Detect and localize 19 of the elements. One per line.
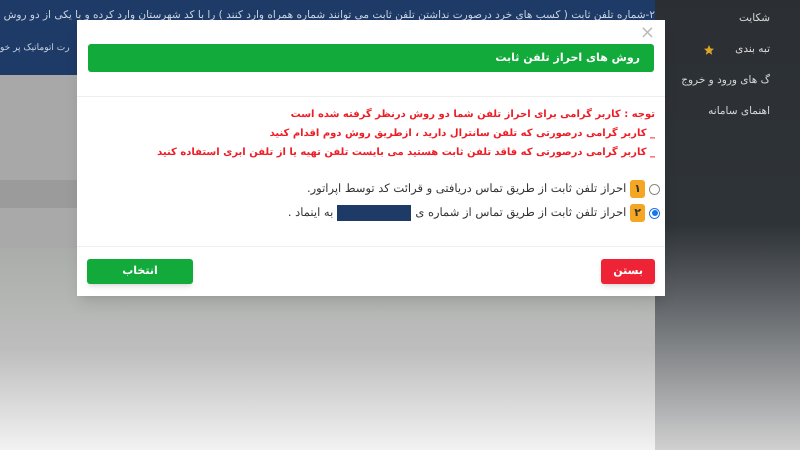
sidebar-item[interactable]: تبه بندی	[735, 42, 770, 58]
warning-note: _ کاربر گرامی درصورتی که تلفن سانترال دارید ، ازطریق روش دوم اقدام کنید	[270, 126, 655, 141]
notice-text: رت اتوماتیک پر خو	[0, 42, 70, 55]
sidebar-item[interactable]: گ های ورود و خروج	[681, 73, 770, 89]
warning-note: _ کاربر گرامی درصورتی که فاقد تلفن ثابت هستید می بایست تلفن تهیه یا از تلفن ابری استفاده کنید	[157, 145, 655, 160]
modal-title: روش های احراز تلفن ثابت	[495, 50, 640, 66]
radio-option[interactable]: ۲ احراز تلفن ثابت از طریق تماس از شماره ی به اینماد .	[288, 204, 660, 222]
option-label: به اینماد .	[288, 204, 334, 222]
radio-button[interactable]	[649, 208, 660, 218]
number-badge: ۱	[630, 180, 645, 198]
close-button[interactable]: بستن	[601, 259, 655, 284]
sidebar-item[interactable]: شکایت	[738, 11, 770, 27]
option-label: احراز تلفن ثابت از طریق تماس از شماره ی	[415, 204, 626, 222]
number-badge: ۲	[630, 204, 645, 222]
radio-button[interactable]	[649, 184, 660, 194]
sidebar-item[interactable]: اهنمای سامانه	[708, 104, 770, 120]
radio-option[interactable]: ۱ احراز تلفن ثابت از طریق تماس دریافتی و قرائت کد توسط اپراتور.	[306, 180, 660, 198]
option-label: احراز تلفن ثابت از طریق تماس دریافتی و قرائت کد توسط اپراتور.	[306, 180, 626, 198]
warning-note: توجه : کاربر گرامی برای احراز تلفن شما دو روش درنظر گرفته شده است	[290, 107, 655, 122]
